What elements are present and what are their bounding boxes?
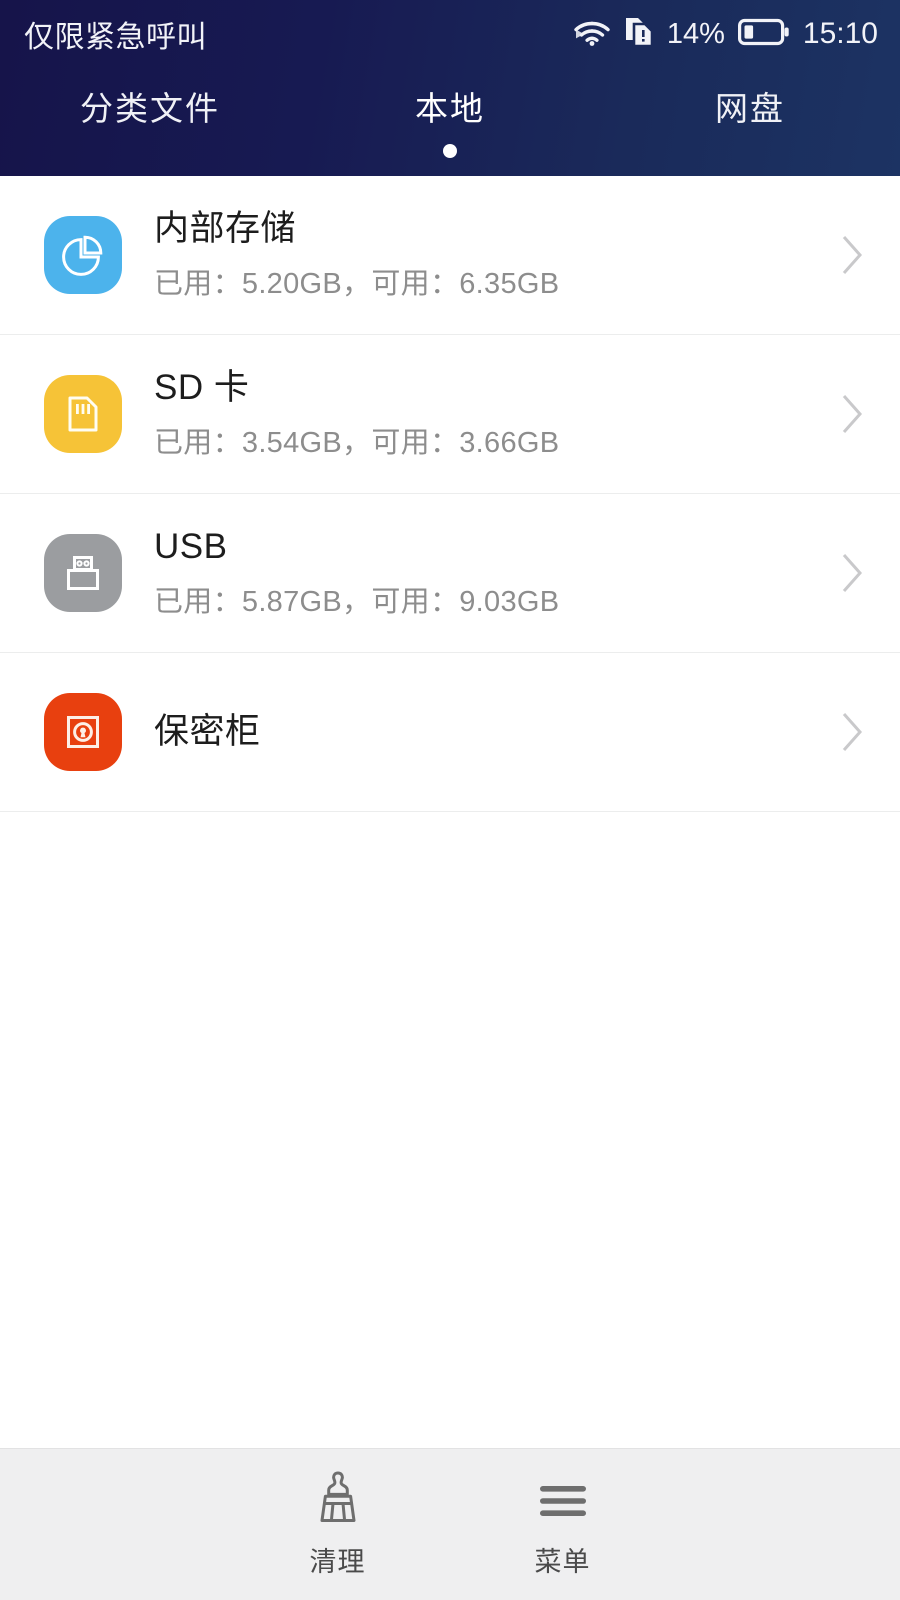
clock-label: 15:10: [802, 17, 878, 50]
tab-cloud-drive[interactable]: 网盘: [600, 68, 900, 176]
list-item-text-block: 保密柜: [154, 711, 261, 752]
list-item-safe-vault[interactable]: 保密柜: [0, 653, 900, 811]
tab-label: 本地: [415, 90, 485, 127]
battery-percent-label: 14%: [666, 17, 725, 50]
tab-category-files[interactable]: 分类文件: [0, 68, 300, 176]
status-bar-icons: 14% 15:10: [573, 15, 878, 54]
safe-vault-icon: [44, 693, 122, 771]
tab-local[interactable]: 本地: [300, 68, 600, 176]
bottom-toolbar: 清理 菜单: [0, 1448, 900, 1600]
file-manager-screen: 仅限紧急呼叫 14% 15:10 分类文件 本地 网盘 内部存储 已用：5.20…: [0, 0, 900, 1600]
chevron-right-icon: [838, 708, 866, 756]
usb-drive-icon: [44, 534, 122, 612]
list-item-title: USB: [154, 526, 228, 566]
list-item-title: SD 卡: [154, 367, 250, 407]
list-item-title: 内部存储: [154, 208, 297, 248]
clean-button-label: 清理: [309, 1547, 366, 1577]
list-item-subtitle: 已用：5.20GB，可用：6.35GB: [154, 268, 560, 301]
tab-label: 网盘: [715, 90, 785, 127]
hamburger-menu-icon: [536, 1470, 590, 1526]
list-divider: [0, 811, 900, 812]
battery-icon: [737, 17, 790, 52]
brush-icon: [313, 1470, 363, 1526]
tab-label: 分类文件: [80, 90, 220, 127]
status-bar: 仅限紧急呼叫 14% 15:10: [0, 0, 900, 68]
list-item-internal-storage[interactable]: 内部存储 已用：5.20GB，可用：6.35GB: [0, 176, 900, 334]
sd-card-icon: [44, 375, 122, 453]
chevron-right-icon: [838, 390, 866, 438]
clean-button[interactable]: 清理: [225, 1449, 450, 1600]
chevron-right-icon: [838, 549, 866, 597]
sim-card-alert-icon: [624, 15, 654, 54]
storage-list: 内部存储 已用：5.20GB，可用：6.35GB SD 卡 已用：3.54GB，…: [0, 176, 900, 812]
tab-bar: 分类文件 本地 网盘: [0, 68, 900, 176]
chevron-right-icon: [838, 231, 866, 279]
app-header: 仅限紧急呼叫 14% 15:10 分类文件 本地 网盘: [0, 0, 900, 176]
toolbar-spacer-right: [675, 1449, 900, 1600]
pie-chart-icon: [44, 216, 122, 294]
active-tab-indicator-dot: [443, 144, 457, 158]
menu-button-label: 菜单: [534, 1547, 591, 1577]
carrier-label: 仅限紧急呼叫: [24, 21, 207, 54]
list-item-text-block: 内部存储 已用：5.20GB，可用：6.35GB: [154, 208, 559, 302]
list-item-sd-card[interactable]: SD 卡 已用：3.54GB，可用：3.66GB: [0, 335, 900, 493]
wifi-icon: [573, 17, 611, 52]
list-item-subtitle: 已用：3.54GB，可用：3.66GB: [154, 427, 560, 460]
menu-button[interactable]: 菜单: [450, 1449, 675, 1600]
list-item-text-block: SD 卡 已用：3.54GB，可用：3.66GB: [154, 367, 559, 461]
list-item-usb[interactable]: USB 已用：5.87GB，可用：9.03GB: [0, 494, 900, 652]
list-item-subtitle: 已用：5.87GB，可用：9.03GB: [154, 586, 560, 619]
toolbar-spacer-left: [0, 1449, 225, 1600]
list-item-title: 保密柜: [154, 712, 261, 752]
list-item-text-block: USB 已用：5.87GB，可用：9.03GB: [154, 526, 559, 620]
